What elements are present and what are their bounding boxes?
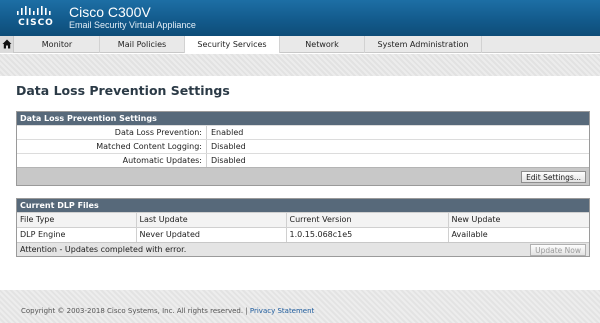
table-cell: 1.0.15.068c1e5 — [286, 227, 449, 242]
setting-value: Disabled — [211, 142, 246, 151]
page-footer: Copyright © 2003-2018 Cisco Systems, Inc… — [0, 290, 600, 323]
settings-row: Automatic Updates: Disabled — [17, 153, 589, 167]
update-now-button[interactable]: Update Now — [530, 244, 586, 256]
cisco-wordmark: CISCO — [18, 18, 54, 28]
current-dlp-files-panel: Current DLP Files File Type Last Update … — [16, 198, 590, 257]
attention-bar: Attention - Updates completed with error… — [17, 242, 589, 256]
panel-title: Data Loss Prevention Settings — [17, 112, 589, 125]
tab-system-administration[interactable]: System Administration — [365, 36, 482, 53]
column-header: Last Update — [136, 212, 287, 228]
footer-text: Copyright © 2003-2018 Cisco Systems, Inc… — [21, 307, 314, 315]
table-header-row: File Type Last Update Current Version Ne… — [17, 212, 589, 228]
table-cell: Available — [448, 227, 589, 242]
column-header: File Type — [17, 212, 137, 228]
privacy-statement-link[interactable]: Privacy Statement — [250, 307, 314, 315]
main-nav: Monitor Mail Policies Security Services … — [0, 36, 600, 53]
column-header: Current Version — [286, 212, 449, 228]
setting-label: Data Loss Prevention: — [17, 126, 207, 139]
table-cell: Never Updated — [136, 227, 287, 242]
tab-monitor[interactable]: Monitor — [15, 36, 100, 53]
setting-label: Matched Content Logging: — [17, 140, 207, 153]
panel-title: Current DLP Files — [17, 199, 589, 212]
product-subtitle: Email Security Virtual Appliance — [69, 20, 196, 30]
table-cell: DLP Engine — [17, 227, 137, 242]
table-row: DLP Engine Never Updated 1.0.15.068c1e5 … — [17, 227, 589, 242]
product-name: Cisco C300V — [69, 4, 151, 20]
setting-value: Enabled — [211, 128, 244, 137]
cisco-bars-icon — [17, 6, 51, 15]
copyright-text: Copyright © 2003-2018 Cisco Systems, Inc… — [21, 307, 248, 315]
home-icon — [2, 39, 12, 49]
setting-label: Automatic Updates: — [17, 154, 207, 167]
dlp-files-table: File Type Last Update Current Version Ne… — [17, 212, 589, 242]
settings-row: Data Loss Prevention: Enabled — [17, 125, 589, 139]
cisco-logo[interactable]: CISCO — [14, 6, 58, 32]
edit-settings-button[interactable]: Edit Settings... — [521, 171, 586, 183]
settings-row: Matched Content Logging: Disabled — [17, 139, 589, 153]
tab-network[interactable]: Network — [280, 36, 365, 53]
page-title: Data Loss Prevention Settings — [16, 83, 230, 98]
tab-security-services[interactable]: Security Services — [185, 36, 280, 53]
subnav-band — [0, 54, 600, 76]
dlp-settings-panel: Data Loss Prevention Settings Data Loss … — [16, 111, 590, 186]
column-header: New Update — [448, 212, 589, 228]
app-header: CISCO Cisco C300V Email Security Virtual… — [0, 0, 600, 36]
nav-home[interactable] — [0, 36, 14, 53]
setting-value: Disabled — [211, 156, 246, 165]
tab-mail-policies[interactable]: Mail Policies — [100, 36, 185, 53]
panel-footer: Edit Settings... — [17, 167, 589, 185]
attention-message: Attention - Updates completed with error… — [20, 245, 187, 254]
